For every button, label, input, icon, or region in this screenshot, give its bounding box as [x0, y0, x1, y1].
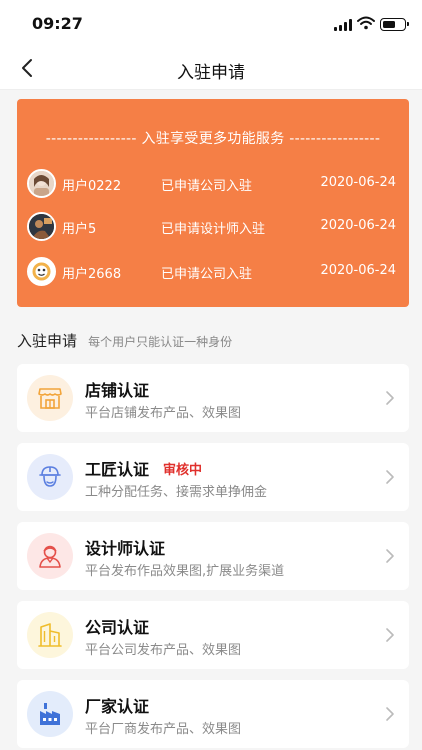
- record-action: 已申请公司入驻: [161, 267, 253, 282]
- card-title: 厂家认证: [85, 697, 150, 716]
- card-description: 工种分配任务、接需求单挣佣金: [85, 485, 268, 500]
- store-icon: [27, 375, 73, 421]
- chevron-right-icon: [386, 549, 394, 563]
- cellular-signal-icon: [334, 19, 352, 31]
- card-description: 平台厂商发布产品、效果图: [85, 722, 242, 737]
- page-title: 入驻申请: [177, 63, 245, 83]
- worker-helmet-icon: [27, 454, 73, 500]
- factory-certification-card[interactable]: 厂家认证 平台厂商发布产品、效果图: [17, 680, 409, 748]
- application-record: 用户2668 已申请公司入驻 2020-06-24: [27, 257, 399, 287]
- status-time: 09:27: [32, 14, 83, 33]
- record-date: 2020-06-24: [320, 175, 396, 190]
- card-title: 设计师认证: [85, 539, 166, 558]
- section-subtitle: 每个用户只能认证一种身份: [88, 335, 233, 349]
- user-avatar: [27, 169, 56, 198]
- wifi-icon: [357, 16, 375, 30]
- card-title: 工匠认证: [85, 460, 150, 479]
- card-title: 店铺认证: [85, 381, 150, 400]
- record-action: 已申请设计师入驻: [161, 222, 266, 237]
- card-title: 公司认证: [85, 618, 150, 637]
- user-avatar: [27, 257, 56, 286]
- company-certification-card[interactable]: 公司认证 平台公司发布产品、效果图: [17, 601, 409, 669]
- record-action: 已申请公司入驻: [161, 179, 253, 194]
- record-user: 用户2668: [62, 267, 122, 282]
- record-date: 2020-06-24: [320, 218, 396, 233]
- record-date: 2020-06-24: [320, 263, 396, 278]
- company-building-icon: [27, 612, 73, 658]
- application-record: 用户0222 已申请公司入驻 2020-06-24: [27, 169, 399, 199]
- chevron-right-icon: [386, 628, 394, 642]
- card-description: 平台店铺发布产品、效果图: [85, 406, 242, 421]
- record-user: 用户0222: [62, 179, 122, 194]
- banner-title: ----------------- 入驻享受更多功能服务 -----------…: [45, 131, 381, 147]
- factory-icon: [27, 691, 73, 737]
- status-bar: 09:27: [0, 0, 422, 48]
- application-banner: ----------------- 入驻享受更多功能服务 -----------…: [17, 99, 409, 307]
- worker-certification-card[interactable]: 工匠认证 审核中 工种分配任务、接需求单挣佣金: [17, 443, 409, 511]
- card-description: 平台发布作品效果图,扩展业务渠道: [85, 564, 285, 579]
- designer-certification-card[interactable]: 设计师认证 平台发布作品效果图,扩展业务渠道: [17, 522, 409, 590]
- user-avatar: [27, 212, 56, 241]
- chevron-right-icon: [386, 707, 394, 721]
- chevron-right-icon: [386, 391, 394, 405]
- application-record: 用户5 已申请设计师入驻 2020-06-24: [27, 212, 399, 242]
- battery-icon: [380, 18, 409, 31]
- chevron-right-icon: [386, 470, 394, 484]
- review-status-badge: 审核中: [163, 463, 203, 478]
- designer-icon: [27, 533, 73, 579]
- card-description: 平台公司发布产品、效果图: [85, 643, 242, 658]
- section-title: 入驻申请: [17, 332, 78, 350]
- nav-bar: 入驻申请: [0, 48, 422, 90]
- record-user: 用户5: [62, 222, 97, 237]
- store-certification-card[interactable]: 店铺认证 平台店铺发布产品、效果图: [17, 364, 409, 432]
- section-header: 入驻申请 每个用户只能认证一种身份: [17, 330, 232, 351]
